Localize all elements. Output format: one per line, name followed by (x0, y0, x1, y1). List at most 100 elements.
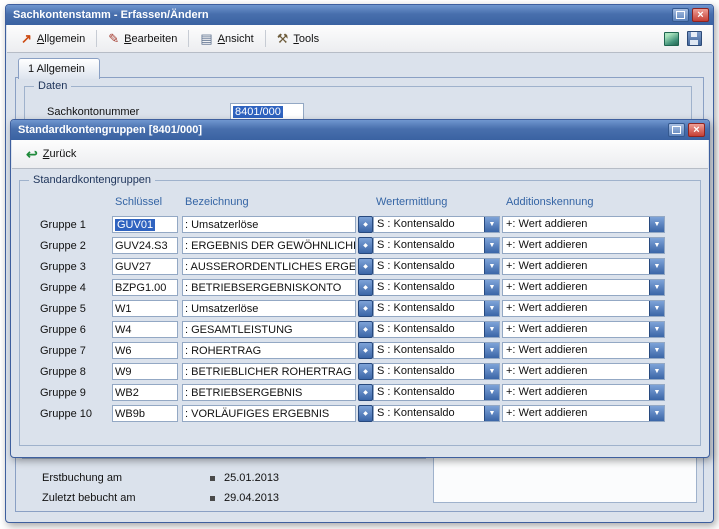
bezeichnung-field[interactable]: : Umsatzerlöse (182, 300, 356, 317)
additionskennung-select[interactable]: +: Wert addieren▼ (502, 321, 665, 338)
additionskennung-select[interactable]: +: Wert addieren▼ (502, 279, 665, 296)
lookup-icon: ◆ (363, 242, 368, 249)
tab-allgemein[interactable]: 1 Allgemein (18, 58, 100, 79)
dialog-close-button[interactable]: × (688, 123, 705, 137)
additionskennung-select[interactable]: +: Wert addieren▼ (502, 237, 665, 254)
schluessel-field[interactable]: WB2 (112, 384, 178, 401)
schluessel-value: GUV01 (115, 219, 155, 231)
gruppe-label: Gruppe 9 (40, 387, 112, 399)
dropdown-arrow-icon: ▼ (649, 322, 664, 337)
bezeichnung-field[interactable]: : BETRIEBSERGEBNIS (182, 384, 356, 401)
dropdown-arrow-icon: ▼ (649, 364, 664, 379)
dialog-minimize-button[interactable] (668, 123, 685, 137)
sachkontonummer-value: 8401/000 (233, 106, 283, 118)
wertermittlung-select[interactable]: S : Kontensaldo▼ (373, 342, 500, 359)
additionskennung-select[interactable]: +: Wert addieren▼ (502, 384, 665, 401)
daten-group-label: Daten (34, 80, 71, 92)
additionskennung-select[interactable]: +: Wert addieren▼ (502, 216, 665, 233)
menu-allgemein-label: Allgemein (37, 33, 85, 45)
bezeichnung-field[interactable]: : BETRIEBLICHER ROHERTRAG (182, 363, 356, 380)
gruppe-label: Gruppe 3 (40, 261, 112, 273)
menu-allgemein[interactable]: ↗ Allgemein (13, 29, 93, 48)
additionskennung-select[interactable]: +: Wert addieren▼ (502, 300, 665, 317)
schluessel-field[interactable]: GUV01 (112, 216, 178, 233)
wertermittlung-select[interactable]: S : Kontensaldo▼ (373, 300, 500, 317)
close-button[interactable]: × (692, 8, 709, 22)
schluessel-field[interactable]: W4 (112, 321, 178, 338)
schluessel-field[interactable]: BZPG1.00 (112, 279, 178, 296)
erstbuchung-value: 25.01.2013 (224, 472, 279, 484)
schluessel-field[interactable]: W9 (112, 363, 178, 380)
lookup-button[interactable]: ◆ (358, 363, 373, 380)
zuletzt-bebucht-row: Zuletzt bebucht am 29.04.2013 (42, 492, 279, 504)
schluessel-field[interactable]: W1 (112, 300, 178, 317)
additionskennung-select[interactable]: +: Wert addieren▼ (502, 342, 665, 359)
konto-row: Gruppe 3 GUV27 : AUSSERORDENTLICHES ERGE… (20, 257, 698, 276)
lookup-button[interactable]: ◆ (358, 342, 373, 359)
zurueck-button[interactable]: ↩ Zurück (18, 144, 84, 164)
wertermittlung-select[interactable]: S : Kontensaldo▼ (373, 279, 500, 296)
lookup-button[interactable]: ◆ (358, 300, 373, 317)
bezeichnung-field[interactable]: : GESAMTLEISTUNG (182, 321, 356, 338)
additionskennung-value: +: Wert addieren (503, 364, 649, 379)
tab-allgemein-label: 1 Allgemein (28, 63, 85, 75)
wertermittlung-select[interactable]: S : Kontensaldo▼ (373, 321, 500, 338)
additionskennung-select[interactable]: +: Wert addieren▼ (502, 258, 665, 275)
wertermittlung-select[interactable]: S : Kontensaldo▼ (373, 405, 500, 422)
schluessel-field[interactable]: WB9b (112, 405, 178, 422)
konto-row: Gruppe 10 WB9b : VORLÄUFIGES ERGEBNIS ◆ … (20, 404, 698, 423)
lookup-icon: ◆ (363, 221, 368, 228)
schluessel-value: WB9b (115, 408, 145, 420)
wertermittlung-select[interactable]: S : Kontensaldo▼ (373, 216, 500, 233)
wertermittlung-select[interactable]: S : Kontensaldo▼ (373, 237, 500, 254)
schluessel-value: W1 (115, 303, 132, 315)
dropdown-arrow-icon: ▼ (649, 217, 664, 232)
wertermittlung-select[interactable]: S : Kontensaldo▼ (373, 258, 500, 275)
main-titlebar: Sachkontenstamm - Erfassen/Ändern × (6, 5, 713, 25)
bezeichnung-value: : AUSSERORDENTLICHES ERGEBNIS (185, 261, 356, 273)
bezeichnung-field[interactable]: : VORLÄUFIGES ERGEBNIS (182, 405, 356, 422)
lookup-icon: ◆ (363, 347, 368, 354)
lookup-button[interactable]: ◆ (358, 405, 373, 422)
menu-tools[interactable]: ⚒ Tools (269, 29, 327, 48)
bezeichnung-field[interactable]: : BETRIEBSERGEBNISKONTO (182, 279, 356, 296)
wertermittlung-select[interactable]: S : Kontensaldo▼ (373, 363, 500, 380)
bezeichnung-field[interactable]: : ERGEBNIS DER GEWÖHNLICHEN GES (182, 237, 356, 254)
bezeichnung-field[interactable]: : ROHERTRAG (182, 342, 356, 359)
schluessel-value: GUV27 (115, 261, 151, 273)
dropdown-arrow-icon: ▼ (484, 280, 499, 295)
minimize-button[interactable] (672, 8, 689, 22)
additionskennung-select[interactable]: +: Wert addieren▼ (502, 405, 665, 422)
dropdown-arrow-icon: ▼ (649, 259, 664, 274)
konto-row: Gruppe 2 GUV24.S3 : ERGEBNIS DER GEWÖHNL… (20, 236, 698, 255)
sachkontonummer-input[interactable]: 8401/000 (230, 103, 304, 120)
gruppe-label: Gruppe 7 (40, 345, 112, 357)
menu-bearbeiten[interactable]: ✎ Bearbeiten (100, 29, 185, 48)
bearbeiten-icon: ✎ (108, 32, 119, 45)
schluessel-field[interactable]: GUV27 (112, 258, 178, 275)
save-icon[interactable] (687, 31, 702, 46)
menu-ansicht[interactable]: ▤ Ansicht (192, 29, 261, 48)
schluessel-field[interactable]: W6 (112, 342, 178, 359)
wertermittlung-select[interactable]: S : Kontensaldo▼ (373, 384, 500, 401)
lookup-button[interactable]: ◆ (358, 258, 373, 275)
dropdown-arrow-icon: ▼ (484, 259, 499, 274)
schluessel-field[interactable]: GUV24.S3 (112, 237, 178, 254)
konto-row: Gruppe 6 W4 : GESAMTLEISTUNG ◆ S : Konte… (20, 320, 698, 339)
package-icon[interactable] (664, 32, 679, 46)
wertermittlung-value: S : Kontensaldo (374, 301, 484, 316)
lookup-button[interactable]: ◆ (358, 216, 373, 233)
lookup-button[interactable]: ◆ (358, 279, 373, 296)
lookup-button[interactable]: ◆ (358, 237, 373, 254)
bezeichnung-field[interactable]: : Umsatzerlöse (182, 216, 356, 233)
lookup-button[interactable]: ◆ (358, 384, 373, 401)
wertermittlung-value: S : Kontensaldo (374, 322, 484, 337)
lookup-button[interactable]: ◆ (358, 321, 373, 338)
bezeichnung-value: : Umsatzerlöse (185, 219, 258, 231)
close-icon: × (697, 10, 703, 21)
additionskennung-select[interactable]: +: Wert addieren▼ (502, 363, 665, 380)
schluessel-value: BZPG1.00 (115, 282, 166, 294)
bezeichnung-field[interactable]: : AUSSERORDENTLICHES ERGEBNIS (182, 258, 356, 275)
window-buttons: × (672, 8, 709, 22)
wertermittlung-value: S : Kontensaldo (374, 343, 484, 358)
